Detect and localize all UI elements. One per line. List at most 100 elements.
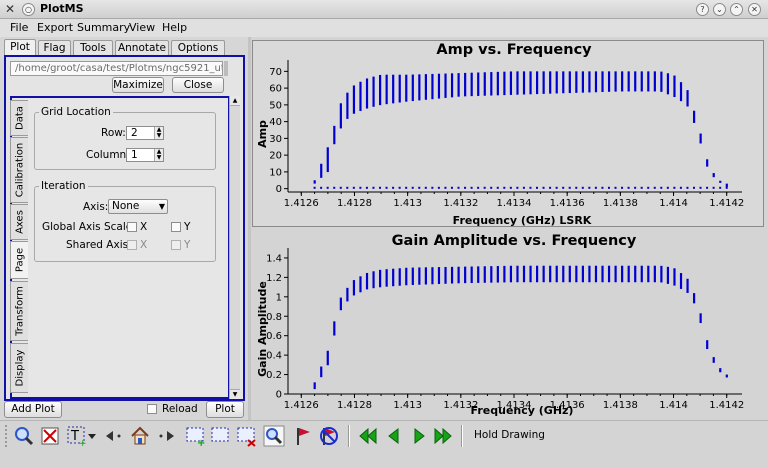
data-point xyxy=(411,186,414,189)
tab-flag[interactable]: Flag xyxy=(38,40,71,55)
data-point xyxy=(320,186,323,189)
vtab-display[interactable]: Display xyxy=(10,343,28,393)
data-channel xyxy=(588,265,591,283)
column-value: 1 xyxy=(131,149,138,161)
text-tool-dropdown-icon[interactable] xyxy=(88,432,96,440)
help-window-button[interactable]: ? xyxy=(696,3,709,16)
spin-down-icon[interactable]: ▼ xyxy=(154,155,163,161)
data-channel xyxy=(490,72,493,96)
panel-splitter[interactable] xyxy=(248,37,251,420)
data-channel xyxy=(529,71,532,95)
data-channel xyxy=(725,374,728,378)
grid-location-group xyxy=(34,112,216,170)
data-channel xyxy=(640,71,643,92)
column-spinbox[interactable]: 1 ▲ ▼ xyxy=(126,148,164,162)
tab-options[interactable]: Options xyxy=(171,40,225,55)
svg-text:+: + xyxy=(79,439,87,447)
select-remove-icon[interactable] xyxy=(236,425,258,447)
minimize-button[interactable]: ⌄ xyxy=(713,3,726,16)
data-channel xyxy=(594,265,598,283)
data-channel xyxy=(516,71,519,95)
data-channel xyxy=(549,265,552,283)
ms-file-field[interactable]: /home/groot/casa/test/Plotms/ngc5921_ut.… xyxy=(10,61,223,76)
tab-tools[interactable]: Tools xyxy=(73,40,113,55)
home-icon[interactable] xyxy=(129,425,151,447)
data-point xyxy=(621,186,624,189)
data-channel xyxy=(379,74,382,106)
close-window-button[interactable]: ✕ xyxy=(748,3,761,16)
flag-icon[interactable] xyxy=(293,425,315,447)
menu-export[interactable]: Export xyxy=(37,21,73,34)
fit-icon[interactable] xyxy=(40,426,60,446)
window-title: PlotMS xyxy=(40,2,84,15)
reload-checkbox[interactable] xyxy=(147,404,157,414)
axis-select-value: None xyxy=(112,200,140,212)
maximize-button[interactable]: Maximize xyxy=(112,77,164,93)
spin-down-icon[interactable]: ▼ xyxy=(154,133,163,139)
data-point xyxy=(431,186,434,189)
vtab-page[interactable]: Page xyxy=(10,241,28,279)
data-point xyxy=(529,186,532,189)
step-back-icon[interactable] xyxy=(104,428,124,444)
x-tick-label: 1.4126 xyxy=(284,400,319,411)
data-channel xyxy=(581,265,584,283)
scroll-up-icon[interactable]: ▲ xyxy=(230,96,240,106)
fast-forward-icon[interactable] xyxy=(433,426,453,446)
select-icon[interactable] xyxy=(210,425,232,447)
data-point xyxy=(555,186,558,189)
data-channel xyxy=(509,71,513,95)
plots-canvas[interactable]: Amp vs. Frequency1.4126 1.4128 1.413 1.4132… xyxy=(252,38,764,420)
shared-axis-x-checkbox xyxy=(127,240,137,250)
data-point xyxy=(568,186,571,189)
vtab-axes[interactable]: Axes xyxy=(10,204,28,240)
close-button[interactable]: Close xyxy=(172,77,224,93)
add-plot-button[interactable]: Add Plot xyxy=(4,401,62,418)
file-browse-handle[interactable] xyxy=(224,61,228,76)
select-add-icon[interactable]: + xyxy=(185,425,207,447)
tab-annotate[interactable]: Annotate xyxy=(115,40,169,55)
row-spinbox[interactable]: 2 ▲ ▼ xyxy=(126,126,164,140)
hold-drawing-button[interactable]: Hold Drawing xyxy=(474,429,545,441)
unflag-icon[interactable] xyxy=(318,425,340,447)
back-icon[interactable] xyxy=(384,426,404,446)
data-point xyxy=(634,186,637,189)
data-channel xyxy=(326,147,329,173)
text-tool-icon[interactable]: T + xyxy=(66,425,88,447)
data-channel xyxy=(719,368,722,373)
scroll-down-icon[interactable]: ▼ xyxy=(230,389,240,399)
inspect-icon[interactable] xyxy=(263,425,285,447)
menu-view[interactable]: View xyxy=(129,21,155,34)
axis-select[interactable]: None ▼ xyxy=(108,199,168,214)
data-point xyxy=(673,186,676,189)
data-point xyxy=(509,186,512,189)
panel-scrollbar[interactable]: ▲ ▼ xyxy=(229,96,240,399)
menu-help[interactable]: Help xyxy=(162,21,187,34)
vtab-transform[interactable]: Transform xyxy=(10,281,28,341)
global-scale-x-checkbox[interactable] xyxy=(127,222,137,232)
menu-summary[interactable]: Summary xyxy=(77,21,130,34)
window-menu-icon[interactable]: ○ xyxy=(22,3,35,16)
data-channel xyxy=(339,103,342,129)
data-channel xyxy=(679,82,683,102)
menu-bar: File Export Summary View Help xyxy=(0,19,768,37)
vtab-calibration[interactable]: Calibration xyxy=(10,137,28,203)
menu-file[interactable]: File xyxy=(10,21,28,34)
x-tick-label: 1.4142 xyxy=(709,198,744,209)
vtab-data[interactable]: Data xyxy=(10,100,28,136)
x-tick-label: 1.4128 xyxy=(337,400,372,411)
data-channel xyxy=(568,265,571,283)
forward-icon[interactable] xyxy=(409,426,429,446)
step-forward-icon[interactable] xyxy=(157,428,177,444)
y-tick-label: 40 xyxy=(269,117,282,128)
x-tick-label: 1.4142 xyxy=(709,400,744,411)
x-tick-label: 1.4132 xyxy=(443,198,478,209)
data-channel xyxy=(372,271,375,289)
tab-plot[interactable]: Plot xyxy=(4,39,36,55)
data-channel xyxy=(725,183,728,187)
rewind-icon[interactable] xyxy=(358,426,378,446)
maximize-window-button[interactable]: ⌃ xyxy=(730,3,743,16)
global-scale-y-checkbox[interactable] xyxy=(171,222,181,232)
zoom-icon[interactable] xyxy=(14,426,34,446)
plot-button[interactable]: Plot xyxy=(206,401,244,418)
y-tick-label: 0 xyxy=(276,390,282,401)
